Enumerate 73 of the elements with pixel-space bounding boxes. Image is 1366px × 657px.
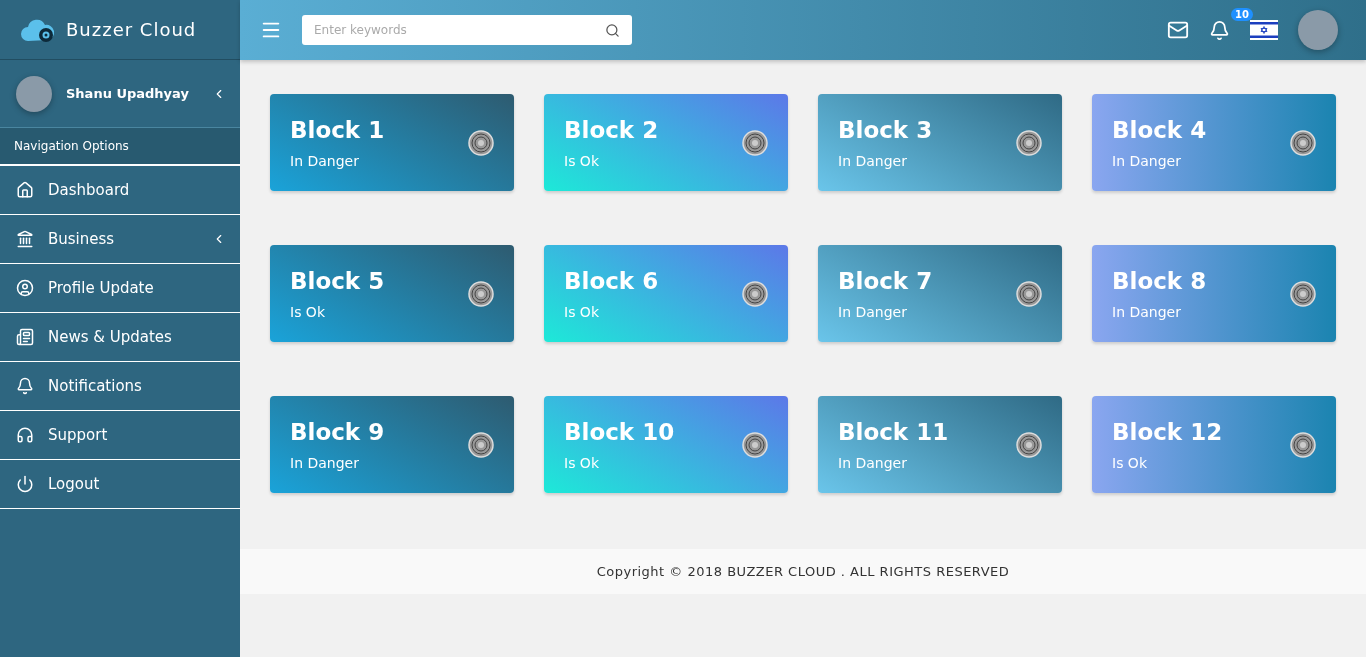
speaker-grille-icon xyxy=(1290,431,1316,458)
nav-icon xyxy=(16,328,34,346)
speaker-grille-icon xyxy=(1290,129,1316,156)
nav-icon xyxy=(16,377,34,395)
block-title: Block 3 xyxy=(838,116,934,143)
bell-button[interactable] xyxy=(1209,19,1230,41)
block-card[interactable]: Block 4 In Danger xyxy=(1092,94,1336,191)
mail-button[interactable] xyxy=(1167,19,1189,41)
nav-icon xyxy=(16,475,34,493)
block-status: In Danger xyxy=(290,152,360,169)
block-status: Is Ok xyxy=(290,303,326,320)
avatar xyxy=(16,75,52,112)
nav-icon xyxy=(16,426,34,444)
speaker-grille-icon xyxy=(742,280,768,307)
block-title: Block 7 xyxy=(838,267,934,294)
copyright-text: Copyright © 2018 BUZZER CLOUD . ALL RIGHTS RESERVED xyxy=(596,564,1010,579)
block-status: In Danger xyxy=(838,454,908,471)
block-card[interactable]: Block 9 In Danger xyxy=(270,396,514,493)
speaker-grille-icon xyxy=(468,280,494,307)
block-card[interactable]: Block 8 In Danger xyxy=(1092,245,1336,342)
block-title: Block 9 xyxy=(290,418,386,445)
block-status: In Danger xyxy=(838,152,908,169)
speaker-grille-icon xyxy=(1290,280,1316,307)
block-title: Block 2 xyxy=(564,116,660,143)
block-card[interactable]: Block 12 Is Ok xyxy=(1092,396,1336,493)
block-status: Is Ok xyxy=(564,152,600,169)
nav-item[interactable]: Logout xyxy=(0,460,240,509)
nav-item[interactable]: Dashboard xyxy=(0,166,240,215)
nav-item[interactable]: Notifications xyxy=(0,362,240,411)
block-status: In Danger xyxy=(290,454,360,471)
user-name: Shanu Upadhyay xyxy=(66,86,190,101)
block-title: Block 8 xyxy=(1112,267,1208,294)
block-card[interactable]: Block 3 In Danger xyxy=(818,94,1062,191)
notification-count: 10 xyxy=(1231,7,1253,21)
block-title: Block 1 xyxy=(290,116,386,143)
nav-icon xyxy=(16,279,34,297)
flag-icon[interactable] xyxy=(1250,20,1278,40)
nav-item[interactable]: Business xyxy=(0,215,240,264)
speaker-grille-icon xyxy=(468,431,494,458)
search-icon[interactable] xyxy=(605,23,620,38)
nav-item[interactable]: News & Updates xyxy=(0,313,240,362)
speaker-grille-icon xyxy=(1016,431,1042,458)
speaker-grille-icon xyxy=(468,129,494,156)
block-card[interactable]: Block 5 Is Ok xyxy=(270,245,514,342)
speaker-grille-icon xyxy=(742,431,768,458)
brand-name: Buzzer Cloud xyxy=(66,19,197,40)
block-card[interactable]: Block 11 In Danger xyxy=(818,396,1062,493)
block-title: Block 10 xyxy=(564,418,676,445)
block-card[interactable]: Block 10 Is Ok xyxy=(544,396,788,493)
block-status: In Danger xyxy=(838,303,908,320)
block-title: Block 11 xyxy=(838,418,950,445)
speaker-grille-icon xyxy=(742,129,768,156)
block-card[interactable]: Block 7 In Danger xyxy=(818,245,1062,342)
block-status: Is Ok xyxy=(564,454,600,471)
block-title: Block 5 xyxy=(290,267,386,294)
speaker-grille-icon xyxy=(1016,280,1042,307)
block-title: Block 4 xyxy=(1112,116,1208,143)
block-card[interactable]: Block 2 Is Ok xyxy=(544,94,788,191)
block-title: Block 6 xyxy=(564,267,660,294)
block-card[interactable]: Block 6 Is Ok xyxy=(544,245,788,342)
speaker-grille-icon xyxy=(1016,129,1042,156)
nav-icon xyxy=(16,181,34,199)
block-status: Is Ok xyxy=(564,303,600,320)
nav-icon xyxy=(16,230,34,248)
block-status: In Danger xyxy=(1112,303,1182,320)
block-status: In Danger xyxy=(1112,152,1182,169)
nav-item[interactable]: Profile Update xyxy=(0,264,240,313)
block-title: Block 12 xyxy=(1112,418,1224,445)
nav-item[interactable]: Support xyxy=(0,411,240,460)
nav-heading: Navigation Options xyxy=(0,128,240,166)
block-status: Is Ok xyxy=(1112,454,1148,471)
search-field[interactable]: Enter keywords xyxy=(302,15,632,45)
block-card[interactable]: Block 1 In Danger xyxy=(270,94,514,191)
